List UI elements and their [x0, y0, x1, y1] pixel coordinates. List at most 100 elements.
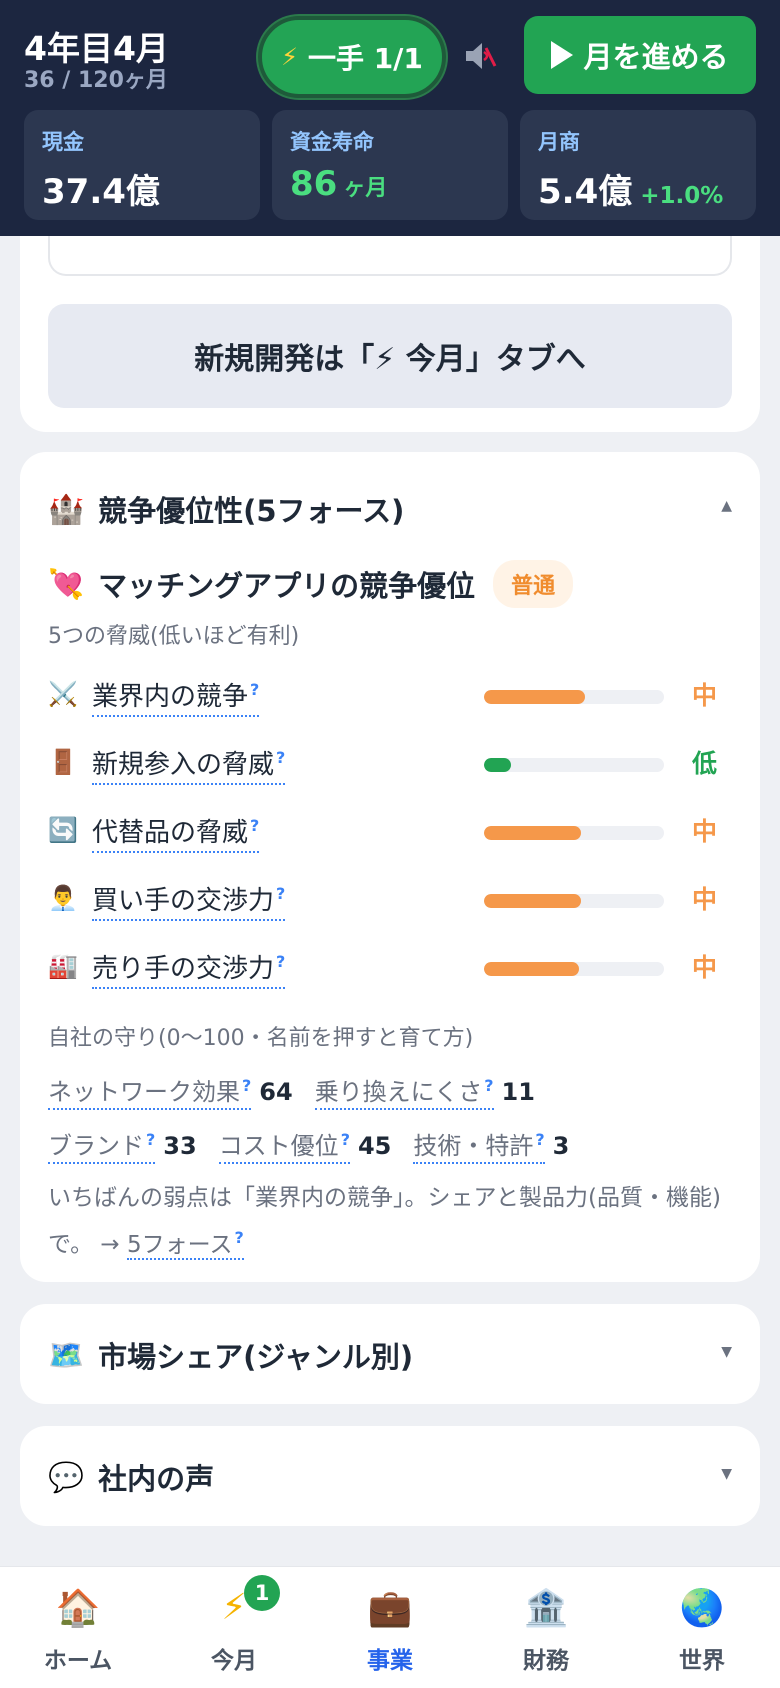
action-count-button[interactable]: ⚡ 一手 1/1: [258, 16, 446, 98]
runway-label: 資金寿命: [290, 130, 374, 154]
threats-label: 5つの脅威(低いほど有利): [48, 624, 300, 649]
monthly-sales-value: 5.4億: [538, 172, 633, 212]
help-icon: ?: [250, 680, 260, 700]
force-icon: 🚪: [48, 748, 78, 776]
defense-metric[interactable]: 乗り換えにくさ? 11: [314, 1072, 535, 1110]
defense-metric-value: 33: [163, 1132, 197, 1160]
nav-month-label: 今月: [211, 1648, 257, 1674]
force-meter: [484, 962, 664, 976]
nav-this-month[interactable]: ⚡ 1 今月: [156, 1567, 312, 1688]
notification-badge: 1: [244, 1575, 280, 1611]
defense-metric-label: コスト優位: [218, 1132, 339, 1160]
action-count-label: 一手 1/1: [307, 42, 423, 75]
new-development-label: 新規開発は「⚡ 今月」タブへ: [194, 342, 586, 377]
help-icon: ?: [234, 1228, 244, 1247]
map-icon: 🗺️: [48, 1337, 85, 1372]
cash-value: 37.4億: [42, 172, 160, 212]
defense-metric-name: ネットワーク効果?: [48, 1076, 252, 1110]
force-level: 中: [692, 817, 718, 846]
five-forces-link[interactable]: 5フォース?: [126, 1228, 244, 1260]
force-row: 🔄 代替品の脅威? 中: [48, 810, 738, 854]
employee-voices-card[interactable]: 💬 社内の声 ▼: [20, 1426, 760, 1526]
force-name-link[interactable]: 業界内の競争?: [92, 676, 260, 717]
force-name: 代替品の脅威: [92, 818, 249, 848]
defense-metric-name: 乗り換えにくさ?: [314, 1076, 494, 1110]
expand-caret-icon[interactable]: ▼: [721, 1344, 732, 1360]
defense-label: 自社の守り(0〜100・名前を押すと育て方): [48, 1026, 474, 1051]
nav-world-label: 世界: [679, 1648, 725, 1674]
force-meter-fill: [484, 690, 585, 704]
month-progress: 36 / 120ヶ月: [24, 68, 168, 93]
voices-header: 💬 社内の声: [48, 1456, 214, 1498]
advance-month-button[interactable]: 月を進める: [524, 16, 756, 94]
force-row: 🚪 新規参入の脅威? 低: [48, 742, 738, 786]
force-level: 中: [692, 681, 718, 710]
defense-metric-label: 技術・特許: [413, 1132, 534, 1160]
help-icon: ?: [276, 884, 286, 904]
status-badge: 普通: [493, 560, 574, 608]
force-icon: 🏭: [48, 952, 78, 980]
advance-month-label: 月を進める: [583, 40, 729, 74]
defense-metric-value: 45: [357, 1132, 392, 1160]
globe-icon: 🌏: [679, 1588, 725, 1629]
nav-finance-label: 財務: [523, 1648, 569, 1674]
nav-finance[interactable]: 🏦 財務: [468, 1567, 624, 1688]
defense-metric-label: ブランド: [48, 1132, 144, 1160]
force-name-link[interactable]: 代替品の脅威?: [92, 812, 260, 853]
help-icon: ?: [242, 1076, 252, 1095]
market-share-header: 🗺️ 市場シェア(ジャンル別): [48, 1334, 413, 1376]
force-row: 🏭 売り手の交渉力? 中: [48, 946, 738, 990]
market-share-title: 市場シェア(ジャンル別): [98, 1340, 414, 1374]
force-name-link[interactable]: 売り手の交渉力?: [92, 948, 286, 989]
nav-home[interactable]: 🏠 ホーム: [0, 1567, 156, 1688]
force-meter: [484, 690, 664, 704]
app-title: マッチングアプリの競争優位: [98, 569, 476, 603]
help-icon: ?: [146, 1130, 156, 1149]
runway-unit: ヶ月: [343, 176, 388, 201]
defense-metric[interactable]: コスト優位? 45: [218, 1126, 392, 1164]
competitive-advantage-card: 🏰 競争優位性(5フォース) ▲ 💘 マッチングアプリの競争優位 普通 5つの脅…: [20, 452, 760, 1282]
voices-title: 社内の声: [98, 1462, 215, 1496]
collapse-caret-icon[interactable]: ▲: [721, 498, 732, 514]
force-level: 中: [692, 953, 718, 982]
defense-metric-name: ブランド?: [48, 1130, 156, 1164]
top-status-bar: 4年目4月 36 / 120ヶ月 ⚡ 一手 1/1 月を進める 現金 37.4億…: [0, 0, 780, 236]
defense-metric-label: 乗り換えにくさ: [314, 1078, 483, 1106]
monthly-sales-stat: 月商 5.4億 +1.0%: [520, 110, 756, 220]
sound-muted-icon[interactable]: [462, 38, 498, 74]
nav-home-label: ホーム: [43, 1648, 113, 1674]
force-meter: [484, 826, 664, 840]
nav-business[interactable]: 💼 事業: [312, 1567, 468, 1688]
force-name-link[interactable]: 買い手の交渉力?: [92, 880, 286, 921]
expand-caret-icon[interactable]: ▼: [721, 1466, 732, 1482]
help-icon: ?: [276, 748, 286, 768]
force-meter-fill: [484, 758, 511, 772]
force-meter: [484, 758, 664, 772]
force-name-link[interactable]: 新規参入の脅威?: [92, 744, 286, 785]
five-forces-link-label: 5フォース: [126, 1231, 233, 1258]
force-meter-fill: [484, 826, 582, 840]
defense-metric[interactable]: ネットワーク効果? 64: [48, 1072, 293, 1110]
help-icon: ?: [276, 952, 286, 972]
cash-label: 現金: [42, 130, 84, 154]
lightning-icon: ⚡: [281, 43, 298, 71]
force-meter-fill: [484, 894, 582, 908]
help-icon: ?: [484, 1076, 494, 1095]
defense-metric[interactable]: 技術・特許? 3: [413, 1126, 569, 1164]
speech-bubble-icon: 💬: [48, 1459, 85, 1494]
force-name: 売り手の交渉力: [92, 954, 275, 984]
force-level: 中: [692, 885, 718, 914]
defense-metric-value: 64: [259, 1078, 293, 1106]
force-icon: 🔄: [48, 816, 78, 844]
monthly-sales-delta: +1.0%: [640, 183, 724, 209]
bottom-navigation: 🏠 ホーム ⚡ 1 今月 💼 事業 🏦 財務 🌏 世界: [0, 1566, 780, 1688]
help-icon: ?: [250, 816, 260, 836]
app-title-row: 💘 マッチングアプリの競争優位 普通: [48, 560, 574, 608]
nav-world[interactable]: 🌏 世界: [624, 1567, 780, 1688]
market-share-card[interactable]: 🗺️ 市場シェア(ジャンル別) ▼: [20, 1304, 760, 1404]
competitive-section-header[interactable]: 🏰 競争優位性(5フォース): [48, 488, 404, 530]
defense-metric[interactable]: ブランド? 33: [48, 1126, 197, 1164]
new-development-button[interactable]: 新規開発は「⚡ 今月」タブへ: [48, 304, 732, 408]
competitive-section-title: 競争優位性(5フォース): [98, 494, 405, 528]
force-meter: [484, 894, 664, 908]
